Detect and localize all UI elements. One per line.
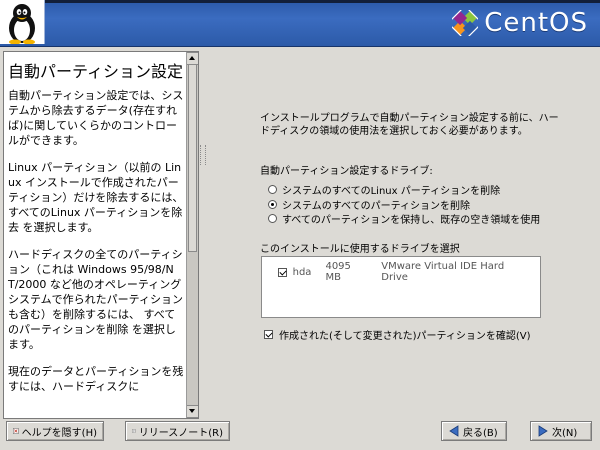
next-label: 次(N) xyxy=(552,427,578,439)
arrow-right-icon xyxy=(538,425,548,437)
review-partitions-checkbox[interactable] xyxy=(264,330,273,339)
radio-unchecked-icon[interactable] xyxy=(268,214,277,223)
scroll-thumb[interactable] xyxy=(188,64,197,252)
tux-penguin-icon xyxy=(9,4,35,44)
tux-logo xyxy=(0,0,45,44)
help-scrollbar[interactable] xyxy=(186,52,198,418)
intro-text: インストールプログラムで自動パーティション設定する前に、ハードディスクの領域の使… xyxy=(260,113,559,137)
document-icon xyxy=(132,429,136,433)
option-label: システムのすべてのパーティションを削除 xyxy=(282,201,470,212)
scroll-down-arrow-icon[interactable] xyxy=(187,405,198,418)
hide-help-button[interactable]: ヘルプを隠す(H) xyxy=(6,421,104,441)
help-panel: 自動パーティション設定 自動パーティション設定では、システムから除去するデータ(… xyxy=(3,51,199,419)
radio-checked-icon[interactable] xyxy=(268,200,277,209)
next-button[interactable]: 次(N) xyxy=(530,421,592,441)
header-banner: CentOS xyxy=(0,0,600,47)
review-partitions-checkbox-row[interactable]: 作成された(そして変更された)パーティションを確認(V) xyxy=(264,327,531,342)
centos-logo-icon xyxy=(452,10,479,36)
option-keep-partitions-use-free-space[interactable]: すべてのパーティションを保持し、既存の空き領域を使用 xyxy=(268,211,540,226)
drive-size: 4095 MB xyxy=(325,261,351,283)
drive-checkbox[interactable] xyxy=(278,267,287,277)
help-title: 自動パーティション設定 xyxy=(8,62,184,81)
drive-name: hda xyxy=(292,266,312,278)
option-remove-all-partitions[interactable]: システムのすべてのパーティションを削除 xyxy=(268,197,470,212)
help-paragraph: ハードディスクの全てのパーティション（これは Windows 95/98/NT/… xyxy=(8,248,184,351)
help-content: 自動パーティション設定 自動パーティション設定では、システムから除去するデータ(… xyxy=(8,52,184,406)
option-remove-linux-partitions[interactable]: システムのすべてのLinux パーティションを削除 xyxy=(268,182,500,197)
autopartition-drive-label: 自動パーティション設定するドライブ: xyxy=(260,166,433,177)
release-notes-button[interactable]: リリースノート(R) xyxy=(125,421,230,441)
option-label: システムのすべてのLinux パーティションを削除 xyxy=(282,186,501,197)
drive-row-hda[interactable]: hda 4095 MB VMware Virtual IDE Hard Driv… xyxy=(278,261,540,283)
radio-unchecked-icon[interactable] xyxy=(268,185,277,194)
panel-splitter-handle[interactable] xyxy=(200,145,206,165)
option-label: すべてのパーティションを保持し、既存の空き領域を使用 xyxy=(282,215,541,226)
drive-model: VMware Virtual IDE Hard Drive xyxy=(381,261,505,283)
hide-help-label: ヘルプを隠す(H) xyxy=(21,427,97,439)
release-notes-label: リリースノート(R) xyxy=(138,427,223,439)
centos-brand: CentOS xyxy=(452,8,588,38)
back-label: 戻る(B) xyxy=(463,427,498,439)
help-paragraph: 自動パーティション設定では、システムから除去するデータ(存在すれば)に関していく… xyxy=(8,89,184,147)
back-button[interactable]: 戻る(B) xyxy=(441,421,507,441)
arrow-left-icon xyxy=(449,425,459,437)
brand-name: CentOS xyxy=(484,8,588,38)
help-paragraph: Linux パーティション（以前の Linux インストールで作成されたパーティ… xyxy=(8,161,184,234)
help-paragraph: 現在のデータとパーティションを残すには、ハードディスクに xyxy=(8,365,184,393)
select-drives-label: このインストールに使用するドライブを選択 xyxy=(260,244,460,255)
drive-list[interactable]: hda 4095 MB VMware Virtual IDE Hard Driv… xyxy=(261,256,541,318)
header-top-line xyxy=(0,0,600,3)
help-close-icon xyxy=(13,428,19,434)
review-partitions-label: 作成された(そして変更された)パーティションを確認(V) xyxy=(279,331,531,342)
